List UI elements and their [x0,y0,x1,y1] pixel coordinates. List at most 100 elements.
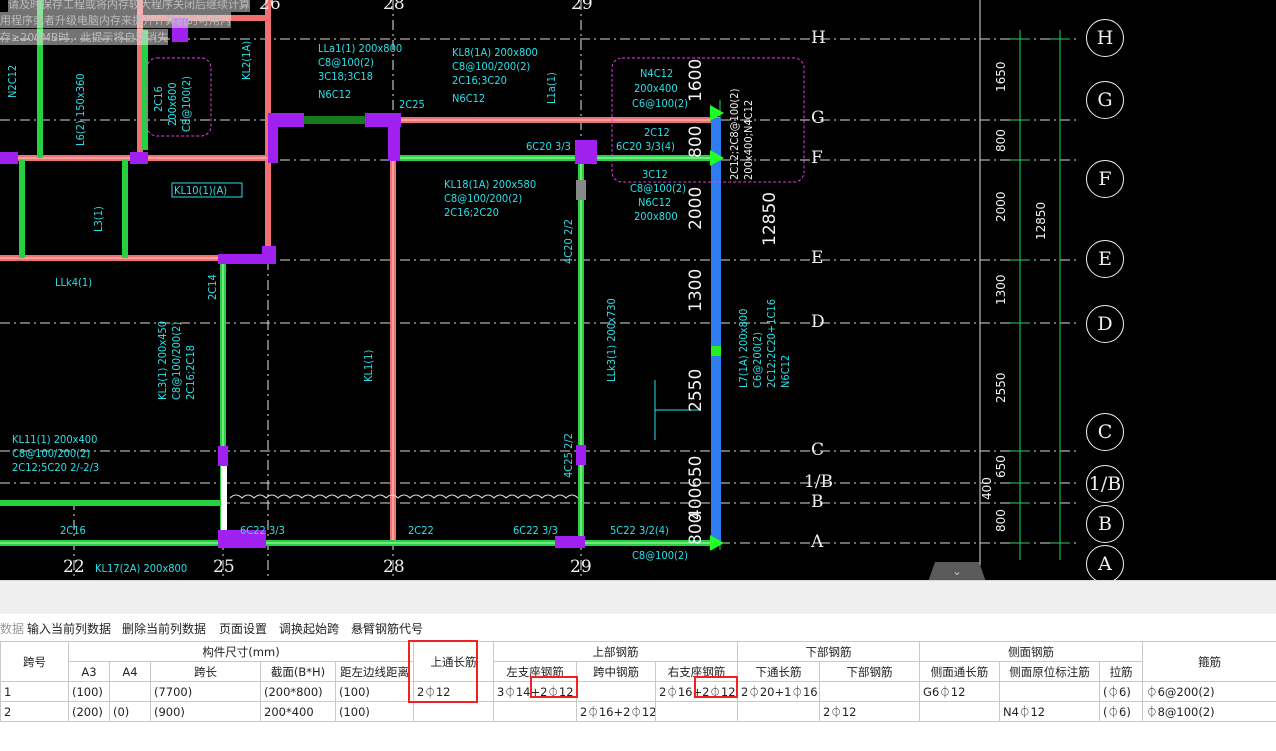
cell-bottom[interactable] [819,681,921,702]
label-kl8-rebar: 2C16;3C20 [452,74,507,87]
cell-right-support[interactable]: 2⏀16+2⏀12 [655,681,739,702]
axis-row-label-E: E [811,248,824,268]
header-bottom-through: 下通长筋 [737,661,821,682]
memory-warning-line-1: 请及时保存工程或将内存较大程序关闭后继续计算 [8,0,250,12]
cell-right-support[interactable] [655,701,739,722]
table-row[interactable]: 2 (200) (0) (900) 200*400 (100) 2⏀16+2⏀1… [0,701,1276,722]
label-n4: N4C12 [640,67,674,80]
header-bottom: 下部钢筋 [819,661,921,682]
label-kl8: KL8(1A) 200x800 [452,46,538,59]
toolbar-item-swap-start-span[interactable]: 调换起始跨 [279,620,339,637]
cell-top-through[interactable]: 2⏀12 [413,681,495,702]
cell-a3[interactable]: (200) [68,701,110,722]
axis-row-label-A: A [811,532,824,552]
collapse-panel-handle[interactable]: ⌄ [928,562,986,580]
label-kl18-stirrup: C8@100/200(2) [444,192,523,205]
label-kl18: KL18(1A) 200x580 [444,178,537,191]
cell-side-mark[interactable]: N4⏀12 [999,701,1101,722]
header-top-through: 上通长筋 [413,641,495,682]
cell-edge-distance[interactable]: (100) [334,681,415,702]
label-l7-side: N6C12 [779,354,792,388]
cell-left-support[interactable]: 3⏀14+2⏀12 [493,681,578,702]
axis-label-top-28: 28 [383,0,405,14]
label-l1a: L1a(1) [545,72,558,104]
axis-label-bottom-29: 29 [570,557,592,577]
cell-side-through[interactable]: G6⏀12 [919,681,1001,702]
cell-bottom[interactable]: 2⏀12 [819,701,921,722]
dim-mid-total: 12850 [760,191,780,246]
header-span-no: 跨号 [0,641,69,682]
cell-section[interactable]: 200*400 [260,701,336,722]
axis-row-label-1B: 1/B [804,472,834,492]
label-llk3: LLk3(1) 200x730 [605,298,618,382]
cad-drawing-canvas[interactable]: 请及时保存工程或将内存较大程序关闭后继续计算 用程序或者升级电脑内存来提升计算机… [0,0,1276,580]
header-side-mark: 侧面原位标注筋 [999,661,1101,682]
label-kl11-stirrup: C8@100/200(2) [12,447,91,460]
cell-stirrup[interactable]: ⏀8@100(2) [1142,701,1276,722]
dim-mid-1300: 1300 [686,268,706,312]
cell-stirrup[interactable]: ⏀6@200(2) [1142,681,1276,702]
cell-a3[interactable]: (100) [68,681,110,702]
label-kl8-side: N6C12 [452,92,486,105]
label-kl2: KL2(1A) [240,40,253,80]
header-edge-distance: 距左边线距离 [334,661,415,682]
label-l7-rebar: 2C12;2C20+1C16 [765,298,778,388]
label-c8100-box: C8@100(2) [180,75,193,132]
axis-bubble-B: B [1086,505,1124,543]
axis-label-bottom-22: 22 [63,557,85,577]
label-ll1-rebar: 3C18;3C18 [318,70,373,83]
toolbar-item-page-setup[interactable]: 页面设置 [219,620,267,637]
cell-a4[interactable]: (0) [109,701,151,722]
axis-row-label-B: B [811,492,824,512]
toolbar-item-cantilever-code[interactable]: 悬臂钢筋代号 [351,620,423,637]
label-2c12: 2C12 [644,126,670,139]
cell-bottom-through[interactable]: 2⏀20+1⏀16 [737,681,821,702]
cell-side-through[interactable] [919,701,1001,722]
cell-mid-span[interactable]: 2⏀16+2⏀12 [576,701,657,722]
label-kl18-rebar: 2C16;2C20 [444,206,499,219]
axis-row-label-F: F [811,148,823,168]
dim-right-1300: 1300 [994,274,1008,305]
memory-warning-line-3: 存≥200MB时，此提示将自动消失 [0,29,169,45]
toolbar-item-data[interactable]: 数据 [0,620,24,637]
axis-bubble-A: A [1086,545,1124,580]
axis-bubble-D: D [1086,305,1124,343]
table-toolbar: 数据 输入当前列数据 删除当前列数据 页面设置 调换起始跨 悬臂钢筋代号 [0,614,1276,640]
dim-mid-1600: 1600 [686,58,706,102]
header-side-rebar: 侧面钢筋 [919,641,1144,662]
cell-section[interactable]: (200*800) [260,681,336,702]
label-kl17: KL17(2A) 200x800 [95,562,188,575]
cell-span-length[interactable]: (7700) [150,681,261,702]
label-llk4: LLk4(1) [55,276,93,289]
dim-right-2550: 2550 [994,372,1008,403]
dim-right-800a: 800 [994,129,1008,152]
label-n4-stirrup: C6@100(2) [632,97,689,110]
cell-edge-distance[interactable]: (100) [334,701,415,722]
cell-span-length[interactable]: (900) [150,701,261,722]
dim-mid-650: 650 [686,455,706,488]
toolbar-item-delete-column[interactable]: 删除当前列数据 [122,620,206,637]
dim-right-2000: 2000 [994,191,1008,222]
table-row[interactable]: 1 (100) (7700) (200*800) (100) 2⏀12 3⏀14… [0,681,1276,702]
cell-tie[interactable]: (⏀6) [1099,701,1144,722]
dim-right-650: 650 [994,455,1008,478]
cell-side-mark[interactable] [999,681,1101,702]
header-left-support: 左支座钢筋 [493,661,578,682]
memory-warning-line-2: 用程序或者升级电脑内存来提升计算机的可用内 [0,12,231,28]
label-ll1-stirrup: C8@100(2) [318,56,375,69]
cell-tie[interactable]: (⏀6) [1099,681,1144,702]
cell-a4[interactable] [109,681,151,702]
cell-bottom-through[interactable] [737,701,821,722]
label-kl11: KL11(1) 200x400 [12,433,98,446]
cell-span[interactable]: 1 [0,681,69,702]
cell-left-support[interactable] [493,701,578,722]
axis-label-top-26: 26 [259,0,281,14]
label-kl3-stirrup: C8@100/200(2) [170,321,183,400]
cell-mid-span[interactable] [576,681,657,702]
cell-top-through[interactable] [413,701,495,722]
dim-mid-800: 800 [686,125,706,158]
toolbar-item-input-column[interactable]: 输入当前列数据 [27,620,111,637]
cell-span[interactable]: 2 [0,701,69,722]
header-a4: A4 [109,661,151,682]
panel-splitter[interactable] [0,580,1276,614]
